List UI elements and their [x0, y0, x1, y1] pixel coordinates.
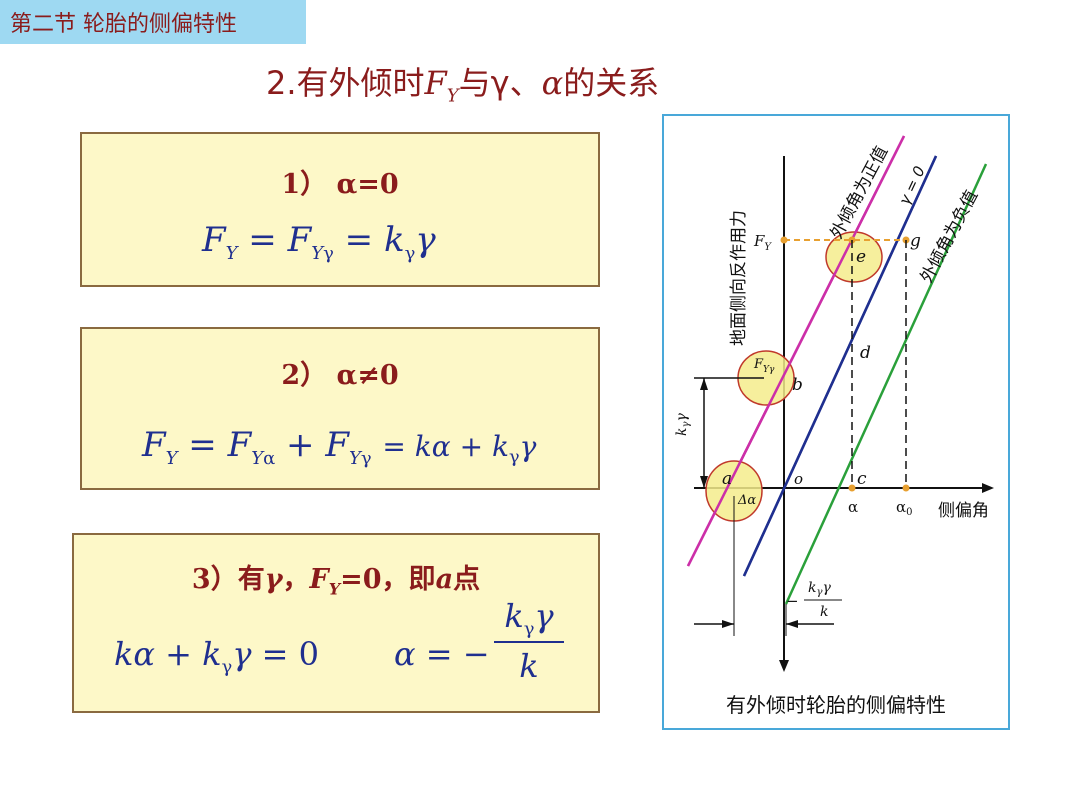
figure-caption: 有外倾时轮胎的侧偏特性 — [726, 693, 946, 717]
delta-alpha-label: Δα — [737, 493, 756, 508]
y-axis-label: 地面侧向反作用力 — [729, 210, 749, 346]
fy-label: FY — [753, 232, 772, 253]
case3-box: 3）有γ，FY=0，即a点 kα + kγγ = 0 α = − kγγ k — [72, 533, 600, 713]
case1-title: 1） α=0 — [281, 169, 399, 200]
kgamma-label: kγγ — [674, 413, 692, 436]
x-tick-alpha0: α0 — [896, 498, 913, 518]
case3-title: 3）有γ，FY=0，即a点 — [191, 564, 481, 599]
case3-fraction: kγγ k — [494, 597, 564, 685]
frac-num: kγγ — [808, 580, 831, 598]
line-negative-label: 外倾角为负值 — [917, 187, 983, 286]
fy-point — [780, 236, 788, 244]
case2-title: 2） α≠0 — [281, 360, 399, 391]
point-c-label: c — [857, 469, 867, 489]
case1-formula: FY = FYγ = kγγ — [202, 220, 436, 264]
line-positive-label: 外倾角为正值 — [827, 143, 893, 242]
x-axis-arrow — [982, 483, 994, 493]
page-title: 2.有外倾时FY与γ、α的关系 — [266, 64, 660, 107]
case3-formula-right: α = − — [394, 635, 490, 673]
x-axis-label: 侧偏角 — [938, 501, 989, 521]
point-a-label: a — [722, 469, 732, 489]
y-axis-arrow — [779, 660, 789, 672]
frac-den: k — [820, 604, 828, 620]
point-c — [848, 484, 856, 492]
case2-box: 2） α≠0 FY = FYα + FYγ = kα + kγγ — [80, 327, 600, 490]
section-tab: 第二节 轮胎的侧偏特性 — [0, 0, 306, 44]
point-alpha0 — [902, 484, 910, 492]
point-b-label: b — [792, 375, 803, 395]
point-o-label: o — [794, 470, 803, 488]
frac-sign: − — [786, 592, 799, 610]
case2-formula: FY = FYα + FYγ = kα + kγγ — [142, 425, 537, 469]
case3-formula-left: kα + kγγ = 0 — [114, 635, 319, 678]
case1-box: 1） α=0 FY = FYγ = kγγ — [80, 132, 600, 287]
point-e-label: e — [856, 247, 866, 267]
camber-diagram: 地面侧向反作用力 侧偏角 外倾角为正值 γ = 0 外倾角为负值 FY FYγ … — [674, 135, 994, 672]
tire-camber-figure: 地面侧向反作用力 侧偏角 外倾角为正值 γ = 0 外倾角为负值 FY FYγ … — [662, 114, 1010, 730]
point-g-label: g — [910, 231, 921, 251]
x-tick-alpha: α — [848, 498, 858, 516]
point-d-label: d — [860, 343, 871, 363]
